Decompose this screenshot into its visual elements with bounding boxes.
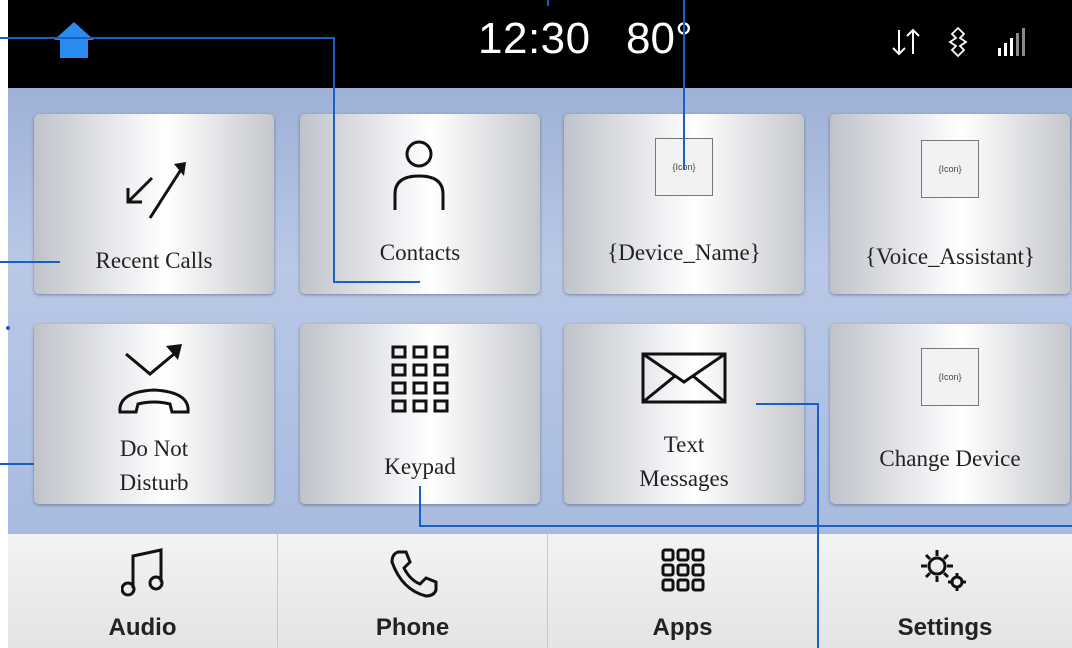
music-note-icon	[120, 548, 163, 597]
do-not-disturb-icon	[118, 344, 190, 414]
device-name-button[interactable]: {Icon} {Device_Name}	[564, 114, 804, 294]
change-device-label: Change Device	[879, 446, 1021, 471]
signal-strength-icon	[998, 28, 1025, 56]
device-name-label: {Device_Name}	[607, 240, 761, 265]
contacts-button[interactable]: Contacts	[300, 114, 540, 294]
nav-phone[interactable]: Phone	[278, 534, 548, 648]
clock: 12:30	[478, 14, 591, 63]
phone-screen: 12:30 80° Recent Calls Contacts {Icon} {…	[8, 0, 1072, 648]
nav-apps-label: Apps	[652, 614, 713, 641]
text-messages-label-line1: Text	[663, 432, 705, 457]
text-messages-label-line2: Messages	[639, 466, 729, 491]
keypad-icon	[391, 345, 449, 413]
text-messages-button[interactable]: Text Messages	[564, 324, 804, 504]
nav-settings[interactable]: Settings	[818, 534, 1072, 648]
voice-assistant-label: {Voice_Assistant}	[865, 244, 1035, 269]
bottom-nav-bar: Audio Phone Apps Settings	[8, 534, 1072, 648]
contacts-label: Contacts	[379, 240, 461, 265]
do-not-disturb-label-line1: Do Not	[119, 436, 189, 461]
apps-grid-icon	[661, 548, 704, 592]
contact-person-icon	[393, 140, 445, 210]
do-not-disturb-label-line2: Disturb	[119, 470, 189, 495]
phone-menu-grid: Recent Calls Contacts {Icon} {Device_Nam…	[8, 88, 1072, 534]
placeholder-icon: {Icon}	[921, 348, 979, 406]
phone-handset-icon	[389, 550, 437, 598]
data-transfer-icon	[892, 28, 920, 56]
gear-icon	[921, 550, 966, 591]
recent-calls-button[interactable]: Recent Calls	[34, 114, 274, 294]
status-bar: 12:30 80°	[8, 0, 1072, 88]
voice-assistant-button[interactable]: {Icon} {Voice_Assistant}	[830, 114, 1070, 294]
nav-phone-label: Phone	[375, 614, 450, 641]
nav-audio-label: Audio	[108, 614, 177, 641]
recent-calls-label: Recent Calls	[95, 248, 213, 273]
nav-audio[interactable]: Audio	[8, 534, 278, 648]
home-icon[interactable]	[52, 20, 96, 60]
do-not-disturb-button[interactable]: Do Not Disturb	[34, 324, 274, 504]
nav-settings-label: Settings	[897, 614, 993, 641]
keypad-button[interactable]: Keypad	[300, 324, 540, 504]
temperature: 80°	[626, 14, 693, 63]
nav-apps[interactable]: Apps	[548, 534, 818, 648]
placeholder-icon: {Icon}	[921, 140, 979, 198]
recent-calls-icon	[126, 162, 186, 219]
change-device-button[interactable]: {Icon} Change Device	[830, 324, 1070, 504]
keypad-label: Keypad	[384, 454, 456, 479]
placeholder-icon: {Icon}	[655, 138, 713, 196]
envelope-icon	[641, 352, 727, 404]
bluetooth-icon	[948, 26, 968, 58]
